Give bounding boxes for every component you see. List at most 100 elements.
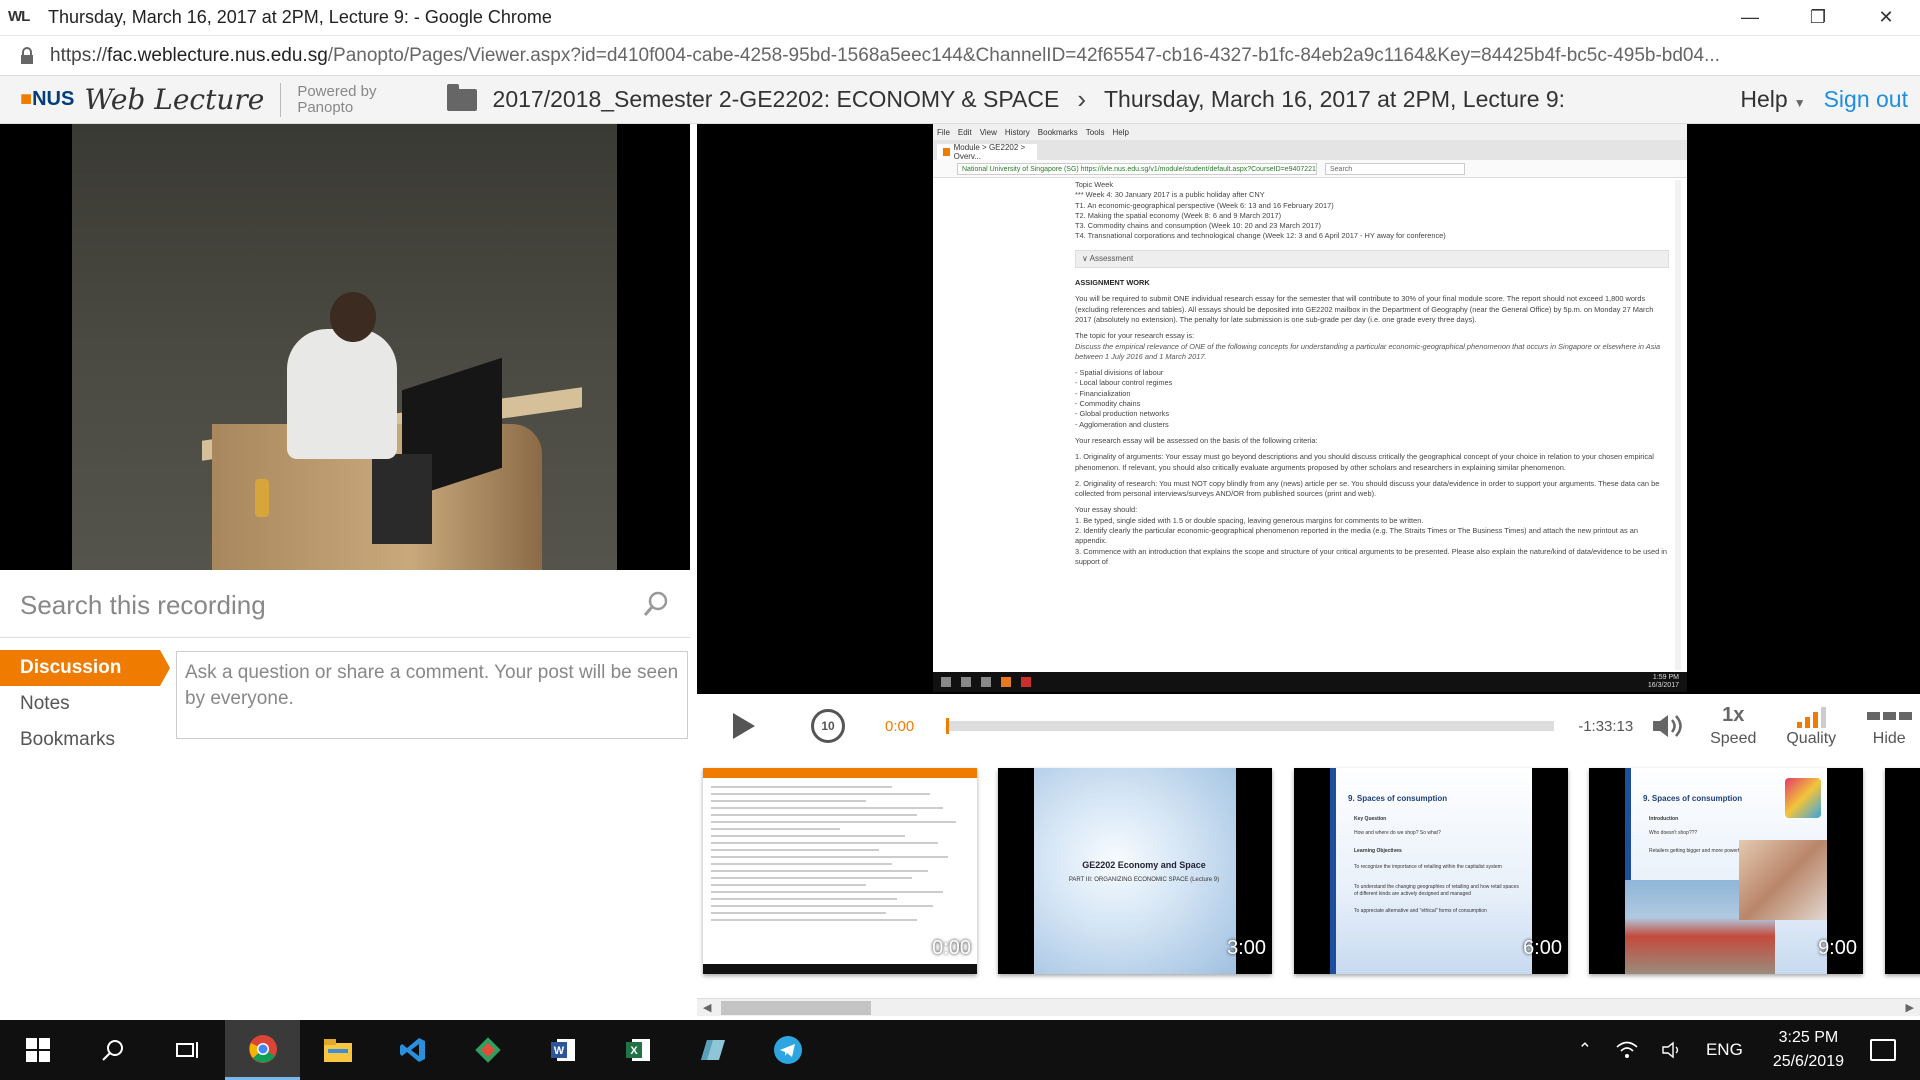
concept-item: - Spatial divisions of labour [1075,368,1164,378]
telegram-taskbar-button[interactable] [750,1020,825,1080]
scroll-left-arrow-icon[interactable]: ◀ [703,1001,711,1014]
thumbnail-slide-line: Key Question [1354,816,1387,822]
thumbnail-slide-subtitle: PART III: ORGANIZING ECONOMIC SPACE (Lec… [1068,877,1220,883]
essay-intro: Your essay should: [1075,505,1138,515]
criteria-intro: Your research essay will be assessed on … [1075,435,1318,445]
screen-clock-time: 1:59 PM [1652,674,1679,681]
svg-text:X: X [630,1045,638,1057]
hide-button[interactable]: Hide [1859,704,1919,748]
help-menu[interactable]: Help ▼ [1740,86,1805,113]
screen-menubar: File Edit View History Bookmarks Tools H… [933,124,1687,140]
tab-bookmarks[interactable]: Bookmarks [0,722,170,758]
search-recording-input[interactable]: Search this recording [0,574,690,638]
breadcrumb: 2017/2018_Semester 2-GE2202: ECONOMY & S… [446,83,1565,115]
breadcrumb-folder[interactable]: 2017/2018_Semester 2-GE2202: ECONOMY & S… [493,86,1060,113]
chrome-taskbar-button[interactable] [225,1020,300,1080]
taskbar-search-button[interactable] [75,1020,150,1080]
thumbnail-partial[interactable] [1885,768,1920,974]
thumbnail-slide-title: 9. Spaces of consumption [1348,794,1448,803]
tab-notes[interactable]: Notes [0,686,170,722]
url-text[interactable]: https://fac.weblecture.nus.edu.sg/Panopt… [50,45,1720,67]
thumbnail-slide-line: Who doesn't shop??? [1649,830,1698,836]
screen-search-icon [961,677,971,687]
lock-icon [21,46,33,64]
excel-icon: X [625,1039,650,1061]
sign-out-link[interactable]: Sign out [1824,86,1908,113]
minimize-button[interactable]: — [1716,0,1784,36]
speed-button[interactable]: 1x Speed [1703,704,1763,748]
word-taskbar-button[interactable]: W [525,1020,600,1080]
task-view-button[interactable] [150,1020,225,1080]
app-taskbar-button[interactable] [675,1020,750,1080]
address-bar[interactable]: https://fac.weblecture.nus.edu.sg/Panopt… [0,36,1920,76]
essay-point: 2. Identify clearly the particular econo… [1075,526,1638,546]
logo-divider [280,82,282,117]
scrollbar-thumb[interactable] [721,1001,871,1015]
concept-item: - Global production networks [1075,409,1170,419]
file-explorer-taskbar-button[interactable] [300,1020,375,1080]
nus-logo: ■NUS [20,88,75,110]
close-button[interactable]: ✕ [1852,0,1920,36]
word-icon: W [550,1039,575,1061]
system-tray: ⌃ ENG 3:25 PM 25/6/2019 [1566,1020,1920,1080]
excel-taskbar-button[interactable]: X [600,1020,675,1080]
window-titlebar: WL Thursday, March 16, 2017 at 2PM, Lect… [0,0,1920,36]
remaining-time: -1:33:13 [1578,717,1634,735]
start-button[interactable] [0,1020,75,1080]
search-icon[interactable] [642,590,670,618]
essay-point: 3. Commence with an introduction that ex… [1075,546,1668,566]
screen-taskview-icon [981,677,991,687]
vscode-icon [399,1038,425,1062]
search-placeholder: Search this recording [20,590,266,620]
assessment-label: Assessment [1089,253,1134,263]
url-path: /Panopto/Pages/Viewer.aspx?id=d410f004-c… [327,44,1720,66]
wifi-icon[interactable] [1616,1041,1638,1059]
task-view-icon [175,1042,198,1058]
thumbnail[interactable]: GE2202 Economy and Space PART III: ORGAN… [998,768,1272,974]
weblecture-logo-text: Web Lecture [84,83,265,116]
quality-button[interactable]: Quality [1781,704,1841,748]
scroll-right-arrow-icon[interactable]: ▶ [1906,1001,1914,1014]
topic-line: T1. An economic-geographical perspective… [1075,200,1334,210]
notification-center-icon[interactable] [1870,1039,1896,1061]
svg-text:W: W [553,1045,564,1057]
thumbnail-slide-line: How and where do we shop? So what? [1354,830,1441,836]
play-button[interactable] [733,713,755,739]
file-explorer-icon [323,1039,352,1062]
language-indicator[interactable]: ENG [1706,1040,1743,1060]
thumbnail-slide-line: To understand the changing geographies o… [1354,884,1519,897]
thumbnail-time: 6:00 [1523,937,1562,959]
concept-item: - Financialization [1075,388,1131,398]
git-icon [474,1037,501,1063]
thumbnail-scrollbar[interactable]: ◀ ▶ [697,998,1920,1016]
caret-down-icon: ▼ [1793,96,1806,110]
assignment-text: You will be required to submit ONE indiv… [1075,294,1654,324]
quality-label: Quality [1786,730,1837,747]
presenter-video[interactable] [0,124,690,570]
weblecture-app-icon: WL [8,7,30,25]
seek-handle[interactable] [946,718,950,734]
rewind-10-icon[interactable]: 10 [811,709,845,743]
topic-list: Topic Week *** Week 4: 30 January 2017 i… [1075,180,1669,242]
volume-icon[interactable] [1651,712,1685,740]
git-taskbar-button[interactable] [450,1020,525,1080]
presenter-head [330,292,376,342]
tab-discussion[interactable]: Discussion [0,650,170,686]
thumbnail[interactable]: 9. Spaces of consumption Key Question Ho… [1294,768,1568,974]
screen-clock: 1:59 PM 16/3/2017 [1648,674,1679,690]
seek-bar[interactable] [946,718,1555,734]
screen-menu-help: Help [1112,127,1129,137]
screen-page-content: Topic Week *** Week 4: 30 January 2017 i… [1075,180,1669,670]
url-scheme: https:// [50,44,108,66]
volume-icon[interactable] [1662,1041,1682,1059]
vscode-taskbar-button[interactable] [375,1020,450,1080]
chevron-up-icon[interactable]: ⌃ [1578,1040,1592,1060]
thumbnail[interactable]: 0:00 [703,768,977,974]
discussion-comment-input[interactable]: Ask a question or share a comment. Your … [176,651,688,739]
nus-weblecture-logo[interactable]: ■NUS Web Lecture [20,82,282,117]
water-bottle [255,479,269,517]
taskbar-clock[interactable]: 3:25 PM 25/6/2019 [1773,1026,1844,1074]
maximize-button[interactable]: ❐ [1784,0,1852,36]
thumbnail[interactable]: 9. Spaces of consumption Introduction Wh… [1589,768,1863,974]
screen-menu-view: View [979,127,997,137]
